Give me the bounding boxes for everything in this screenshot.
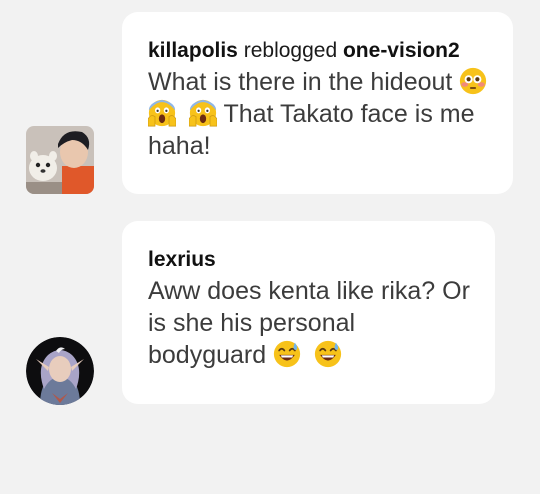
avatar-lexrius[interactable]: [26, 337, 94, 405]
avatar-killapolis[interactable]: [26, 126, 94, 194]
message-header: lexrius: [148, 247, 477, 273]
emoji-group: [273, 340, 342, 369]
message-bubble-1: killapolis reblogged one-vision2 What is…: [122, 12, 513, 194]
message-bubble-2: lexrius Aww does kenta like rika? Or is …: [122, 221, 495, 404]
flushed-face-icon: [460, 67, 487, 95]
message-text: Aww does kenta like rika? Or is she his …: [148, 275, 478, 371]
username-link[interactable]: killapolis: [148, 39, 238, 62]
avatar-photo-icon: [26, 126, 94, 194]
grinning-sweat-face-icon: [273, 340, 301, 368]
reblog-action-label: reblogged: [243, 39, 338, 62]
screaming-face-icon: [188, 99, 217, 127]
message-header: killapolis reblogged one-vision2: [148, 38, 495, 64]
message-text-part-1: What is there in the hideout: [148, 68, 453, 96]
grinning-sweat-face-icon: [314, 340, 342, 368]
username-link[interactable]: lexrius: [148, 248, 216, 271]
source-username-link[interactable]: one-vision2: [343, 39, 460, 62]
message-text: What is there in the hideout That Takato…: [148, 66, 495, 162]
avatar-drawing-icon: [26, 337, 94, 405]
screaming-face-icon: [148, 99, 176, 127]
